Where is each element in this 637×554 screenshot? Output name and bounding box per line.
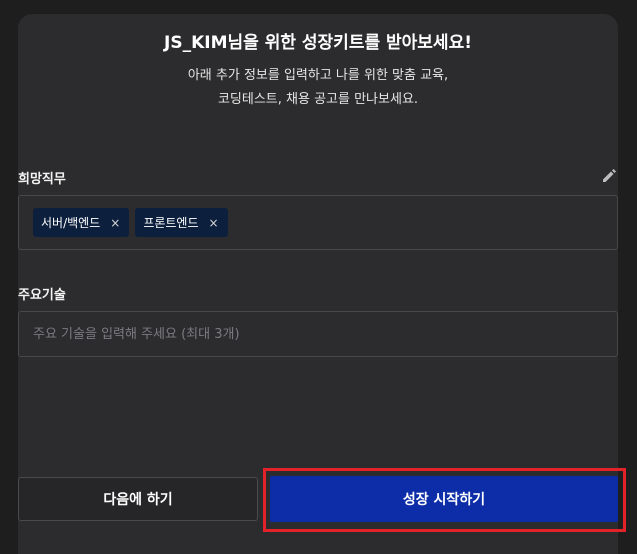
tag-label: 서버/백엔드: [41, 216, 101, 230]
remove-tag-icon[interactable]: ×: [110, 216, 120, 230]
growth-kit-modal: JS_KIM님을 위한 성장키트를 받아보세요! 아래 추가 정보를 입력하고 …: [18, 14, 626, 554]
desired-job-label: 희망직무: [18, 172, 66, 187]
pencil-icon[interactable]: [600, 166, 618, 184]
tag-label: 프론트엔드: [143, 216, 199, 230]
job-tag-frontend: 프론트엔드 ×: [135, 208, 228, 237]
main-skills-input[interactable]: [18, 311, 618, 357]
subtitle-line-2: 코딩테스트, 채용 공고를 만나보세요.: [217, 92, 419, 107]
remove-tag-icon[interactable]: ×: [209, 216, 219, 230]
modal-subtitle: 아래 추가 정보를 입력하고 나를 위한 맞춤 교육, 코딩테스트, 채용 공고…: [18, 64, 618, 112]
modal-title: JS_KIM님을 위한 성장키트를 받아보세요!: [164, 33, 472, 53]
later-button[interactable]: 다음에 하기: [18, 477, 258, 521]
desired-job-tag-field[interactable]: 서버/백엔드 × 프론트엔드 ×: [18, 195, 618, 250]
job-tag-backend: 서버/백엔드 ×: [33, 208, 130, 237]
main-skills-label: 주요기술: [18, 288, 66, 303]
start-growth-button[interactable]: 성장 시작하기: [270, 476, 618, 522]
subtitle-line-1: 아래 추가 정보를 입력하고 나를 위한 맞춤 교육,: [187, 68, 449, 83]
